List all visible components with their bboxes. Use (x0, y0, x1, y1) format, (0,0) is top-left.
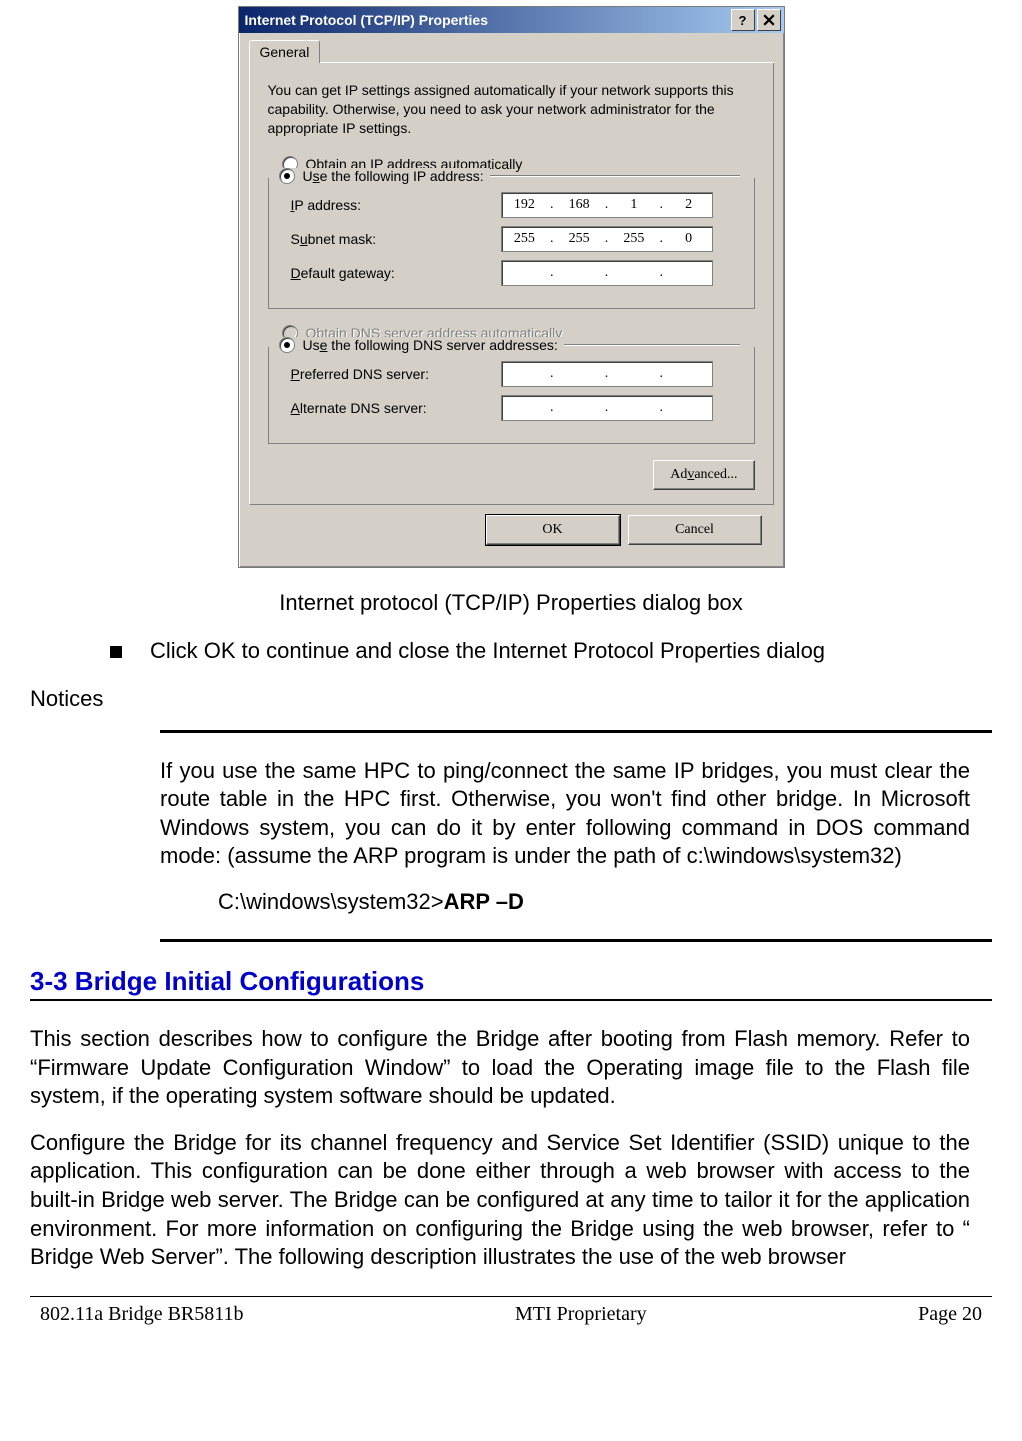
alternate-dns-input[interactable]: . . . (501, 395, 713, 421)
page-footer: 802.11a Bridge BR5811b MTI Proprietary P… (30, 1303, 992, 1346)
notices-heading: Notices (30, 686, 992, 712)
close-button[interactable] (757, 9, 781, 31)
radio-use-dns[interactable]: Use the following DNS server addresses: (279, 337, 564, 353)
command-bold: ARP –D (444, 889, 524, 914)
section-heading: 3-3 Bridge Initial Configurations (30, 966, 992, 997)
help-button[interactable]: ? (731, 9, 755, 31)
radio-icon (279, 168, 295, 184)
radio-use-ip[interactable]: Use the following IP address: (279, 168, 490, 184)
notice-body: If you use the same HPC to ping/connect … (160, 757, 970, 871)
advanced-button[interactable]: Advanced... (653, 460, 754, 490)
footer-left: 802.11a Bridge BR5811b (40, 1303, 244, 1326)
command-prefix: C:\windows\system32> (218, 889, 444, 914)
bullet-text: Click OK to continue and close the Inter… (150, 638, 825, 664)
label-alt-dns: Alternate DNS server: (291, 400, 501, 416)
description-text: You can get IP settings assigned automat… (268, 81, 755, 138)
footer-right: Page 20 (918, 1303, 982, 1326)
paragraph-2: Configure the Bridge for its channel fre… (30, 1129, 970, 1272)
radio-label: Use the following IP address: (303, 168, 484, 184)
divider (160, 730, 992, 733)
tab-strip: General (249, 39, 774, 63)
figure-caption: Internet protocol (TCP/IP) Properties di… (30, 590, 992, 616)
command-line: C:\windows\system32>ARP –D (218, 889, 992, 915)
cancel-button[interactable]: Cancel (628, 515, 762, 545)
default-gateway-input[interactable]: . . . (501, 260, 713, 286)
bullet-item: Click OK to continue and close the Inter… (110, 638, 992, 664)
tcpip-properties-dialog: Internet Protocol (TCP/IP) Properties ? … (238, 6, 785, 568)
subnet-mask-input[interactable]: 255. 255. 255. 0 (501, 226, 713, 252)
preferred-dns-input[interactable]: . . . (501, 361, 713, 387)
close-icon (763, 14, 775, 26)
ip-address-input[interactable]: 192. 168. 1. 2 (501, 192, 713, 218)
bullet-icon (110, 646, 122, 658)
label-ip: IP address: (291, 197, 501, 213)
paragraph-1: This section describes how to configure … (30, 1025, 970, 1111)
dialog-titlebar: Internet Protocol (TCP/IP) Properties ? (239, 7, 784, 33)
footer-center: MTI Proprietary (515, 1303, 647, 1326)
tab-general[interactable]: General (249, 40, 321, 63)
radio-label: Use the following DNS server addresses: (303, 337, 558, 353)
divider (160, 939, 992, 942)
dialog-title: Internet Protocol (TCP/IP) Properties (245, 12, 729, 28)
label-pref-dns: Preferred DNS server: (291, 366, 501, 382)
label-subnet: Subnet mask: (291, 231, 501, 247)
radio-icon (279, 337, 295, 353)
label-gateway: Default gateway: (291, 265, 501, 281)
ok-button[interactable]: OK (486, 515, 620, 545)
footer-divider (30, 1296, 992, 1297)
section-divider (30, 999, 992, 1001)
